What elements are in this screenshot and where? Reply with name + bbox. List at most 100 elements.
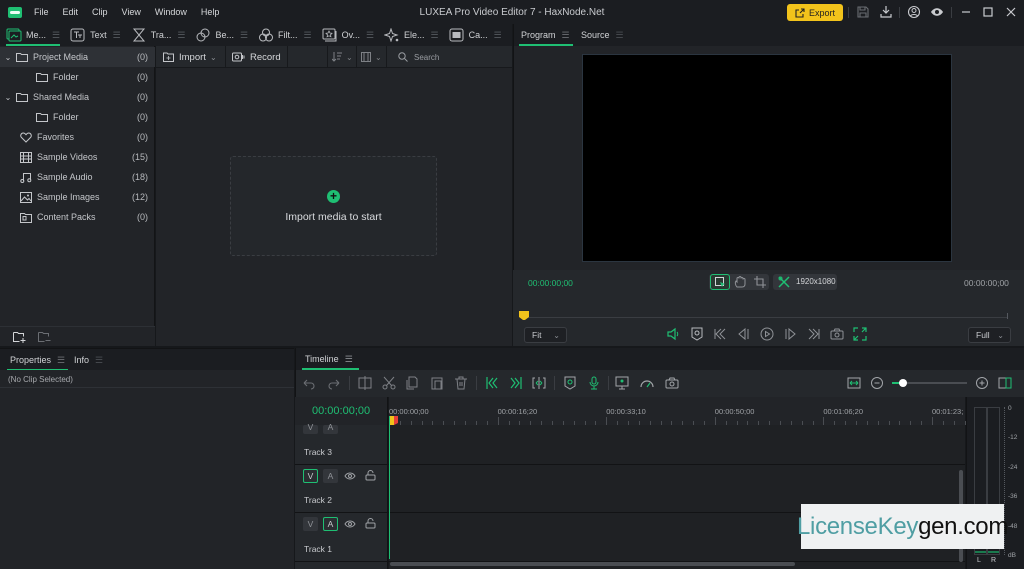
menu-icon[interactable]: ☰ (113, 30, 121, 41)
tab-media[interactable]: Me... ☰ (0, 24, 64, 46)
redo-icon[interactable] (327, 376, 341, 390)
fit-select[interactable]: Fit ⌄ (524, 327, 567, 343)
remove-folder-icon[interactable] (38, 331, 51, 343)
tab-source[interactable]: Source ☰ (581, 24, 624, 46)
sidebar-item-shared-media[interactable]: ⌄ Shared Media (0) (0, 87, 155, 107)
eye-visibility-icon[interactable] (344, 470, 356, 482)
screen-record-icon[interactable] (615, 376, 629, 390)
marker-shield-icon[interactable] (690, 327, 704, 341)
timeline-playhead-line[interactable] (389, 416, 390, 559)
sidebar-item-project-folder[interactable]: Folder (0) (0, 67, 155, 87)
tab-filters[interactable]: Filt... ☰ (252, 24, 316, 46)
sidebar-item-shared-folder[interactable]: Folder (0) (0, 107, 155, 127)
menu-help[interactable]: Help (201, 7, 220, 17)
import-button[interactable]: Import ⌄ (156, 46, 226, 68)
track1-video-toggle[interactable]: V (303, 517, 318, 531)
copy-icon[interactable] (405, 376, 419, 390)
sidebar-item-sample-videos[interactable]: Sample Videos (15) (0, 147, 155, 167)
import-media-dropzone[interactable]: + Import media to start (230, 156, 437, 256)
snapshot-camera-icon[interactable] (665, 376, 679, 390)
preview-scrubber[interactable] (522, 317, 1008, 318)
record-button[interactable]: Record (226, 46, 288, 68)
scissors-cut-icon[interactable] (382, 376, 396, 390)
previous-frame-icon[interactable] (736, 327, 750, 341)
sidebar-item-project-media[interactable]: ⌄ Project Media (0) (0, 47, 155, 67)
menu-icon[interactable]: ☰ (177, 30, 185, 41)
paste-icon[interactable] (430, 376, 444, 390)
sidebar-item-sample-audio[interactable]: Sample Audio (18) (0, 167, 155, 187)
resolution-button[interactable]: 1920x1080 (773, 274, 837, 290)
menu-file[interactable]: File (34, 7, 49, 17)
tab-program[interactable]: Program ☰ (519, 24, 573, 46)
search-input[interactable]: Search (388, 46, 512, 68)
eye-visibility-icon[interactable] (344, 518, 356, 530)
chevron-down-icon[interactable]: ⌄ (0, 93, 16, 102)
next-frame-icon[interactable] (784, 327, 798, 341)
tab-transitions[interactable]: Tra... ☰ (125, 24, 190, 46)
trim-end-icon[interactable] (509, 376, 523, 390)
skip-to-start-icon[interactable] (713, 327, 727, 341)
fullscreen-icon[interactable] (853, 327, 867, 341)
trim-start-icon[interactable] (485, 376, 499, 390)
menu-icon[interactable]: ☰ (431, 30, 439, 41)
zoom-in-icon[interactable] (975, 376, 989, 390)
view-mode-button[interactable]: ⌄ (357, 46, 387, 68)
sidebar-item-favorites[interactable]: Favorites (0) (0, 127, 155, 147)
track1-audio-toggle[interactable]: A (323, 517, 338, 531)
zoom-out-icon[interactable] (870, 376, 884, 390)
snapshot-camera-icon[interactable] (830, 327, 844, 341)
tab-beauty[interactable]: Be... ☰ (189, 24, 252, 46)
new-folder-icon[interactable] (13, 331, 26, 343)
split-icon[interactable] (358, 376, 372, 390)
maximize-icon[interactable] (981, 5, 995, 19)
track3-video-toggle[interactable]: V (303, 423, 318, 434)
tab-elements[interactable]: Ele... ☰ (378, 24, 443, 46)
sidebar-item-content-packs[interactable]: Content Packs (0) (0, 207, 155, 227)
close-icon[interactable] (1004, 5, 1018, 19)
volume-icon[interactable] (666, 327, 680, 341)
menu-icon[interactable]: ☰ (366, 30, 374, 41)
menu-icon[interactable]: ☰ (304, 30, 312, 41)
preview-playhead-marker[interactable] (519, 311, 529, 321)
tab-info[interactable]: Info ☰ (74, 349, 103, 371)
timeline-horizontal-scrollbar[interactable] (390, 562, 795, 566)
menu-icon[interactable]: ☰ (494, 30, 502, 41)
menu-icon[interactable]: ☰ (616, 30, 624, 41)
export-button[interactable]: Export (787, 4, 843, 21)
track3-audio-toggle[interactable]: A (323, 423, 338, 434)
tab-text[interactable]: Text ☰ (64, 24, 125, 46)
tab-captions[interactable]: Ca... ☰ (443, 24, 506, 46)
sort-button[interactable]: ⌄ (327, 46, 357, 68)
save-icon[interactable] (856, 5, 870, 19)
account-icon[interactable] (907, 5, 921, 19)
menu-edit[interactable]: Edit (63, 7, 79, 17)
speed-gauge-icon[interactable] (640, 376, 654, 390)
menu-clip[interactable]: Clip (92, 7, 108, 17)
sidebar-item-sample-images[interactable]: Sample Images (12) (0, 187, 155, 207)
fit-timeline-icon[interactable] (847, 376, 861, 390)
menu-icon[interactable]: ☰ (95, 355, 103, 366)
hand-pan-icon[interactable] (734, 276, 746, 288)
tab-overlays[interactable]: Ov... ☰ (316, 24, 378, 46)
download-icon[interactable] (879, 5, 893, 19)
preview-screen[interactable] (582, 54, 952, 262)
menu-icon[interactable]: ☰ (57, 355, 65, 366)
ripple-edit-icon[interactable] (532, 376, 546, 390)
unlock-icon[interactable] (365, 517, 376, 529)
play-icon[interactable] (760, 327, 774, 341)
select-mode-button[interactable] (710, 274, 730, 290)
menu-window[interactable]: Window (155, 7, 187, 17)
menu-icon[interactable]: ☰ (52, 30, 60, 41)
menu-icon[interactable]: ☰ (240, 30, 248, 41)
chevron-down-icon[interactable]: ⌄ (0, 53, 16, 62)
menu-icon[interactable]: ☰ (562, 30, 570, 41)
menu-view[interactable]: View (122, 7, 141, 17)
eye-feedback-icon[interactable] (930, 5, 944, 19)
crop-icon[interactable] (754, 276, 766, 288)
minimize-icon[interactable] (959, 5, 973, 19)
marker-icon[interactable] (563, 376, 577, 390)
microphone-icon[interactable] (587, 376, 601, 390)
track2-audio-toggle[interactable]: A (323, 469, 338, 483)
delete-trash-icon[interactable] (454, 376, 468, 390)
menu-icon[interactable]: ☰ (345, 354, 353, 365)
